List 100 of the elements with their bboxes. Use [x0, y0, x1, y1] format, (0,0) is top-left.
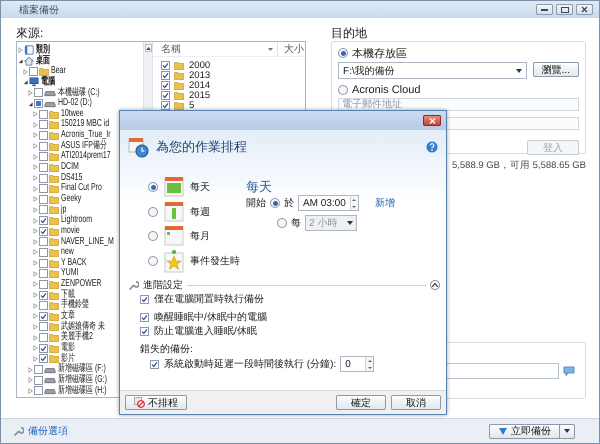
- checkbox[interactable]: [140, 312, 149, 322]
- tree-item[interactable]: DS415: [61, 172, 82, 184]
- radio-button[interactable]: [148, 206, 158, 217]
- no-schedule-button[interactable]: 不排程: [125, 395, 187, 410]
- checkbox[interactable]: [29, 67, 38, 76]
- checkbox[interactable]: [39, 258, 48, 268]
- tree-item[interactable]: Y BACK: [61, 258, 87, 268]
- expand-arrow-icon[interactable]: [33, 143, 38, 150]
- collapse-arrow-icon[interactable]: [28, 100, 33, 107]
- expand-arrow-icon[interactable]: [33, 324, 38, 330]
- column-header[interactable]: 名稱: [161, 42, 181, 56]
- checkbox[interactable]: [39, 237, 48, 246]
- expand-arrow-icon[interactable]: [23, 68, 28, 75]
- close-button[interactable]: [423, 115, 441, 126]
- tree-item[interactable]: Bear: [51, 66, 66, 77]
- tree-item[interactable]: 電腦: [41, 76, 55, 88]
- radio-button[interactable]: [338, 48, 348, 58]
- folder-name[interactable]: 2000: [189, 60, 210, 70]
- checkbox[interactable]: [39, 290, 48, 300]
- expand-arrow-icon[interactable]: [33, 238, 38, 245]
- expand-arrow-icon[interactable]: [33, 186, 38, 192]
- tree-item[interactable]: jp: [61, 204, 66, 216]
- tree-item[interactable]: 新增磁碟區 (F:): [58, 364, 106, 375]
- checkbox-label[interactable]: 防止電腦進入睡眠/休眠: [154, 324, 257, 338]
- expand-arrow-icon[interactable]: [33, 196, 38, 202]
- checkbox[interactable]: [34, 365, 43, 374]
- expand-arrow-icon[interactable]: [33, 122, 38, 128]
- collapse-button[interactable]: [430, 280, 440, 290]
- radio-button[interactable]: [277, 218, 287, 228]
- checkbox[interactable]: [161, 70, 170, 80]
- frequency-option[interactable]: 每月: [190, 229, 210, 244]
- radio-label[interactable]: 本機存放區: [352, 46, 407, 60]
- checkbox[interactable]: [161, 60, 170, 70]
- checkbox[interactable]: [39, 205, 48, 214]
- checkbox[interactable]: [39, 216, 48, 226]
- help-icon[interactable]: [426, 141, 438, 153]
- path-dropdown[interactable]: F:\我的備份: [338, 62, 527, 79]
- frequency-option[interactable]: 每天: [190, 180, 210, 194]
- expand-arrow-icon[interactable]: [33, 345, 38, 352]
- checkbox[interactable]: [39, 301, 48, 310]
- tree-item[interactable]: 本機磁碟 (C:): [58, 88, 100, 98]
- checkbox[interactable]: [39, 162, 48, 172]
- expand-arrow-icon[interactable]: [33, 218, 38, 224]
- checkbox[interactable]: [39, 120, 48, 130]
- collapse-arrow-icon[interactable]: [18, 58, 23, 64]
- dropdown-button[interactable]: [560, 424, 575, 438]
- tree-item[interactable]: HD-02 (D:): [58, 98, 92, 109]
- folder-name[interactable]: 2014: [189, 80, 210, 90]
- checkbox[interactable]: [39, 322, 48, 332]
- down-caret-icon[interactable]: [368, 366, 372, 368]
- checkbox[interactable]: [39, 280, 48, 289]
- backup-now-button[interactable]: 立即備份: [489, 424, 560, 438]
- expand-arrow-icon[interactable]: [33, 334, 38, 341]
- checkbox[interactable]: [39, 142, 48, 151]
- add-link[interactable]: 新增: [374, 196, 395, 210]
- checkbox[interactable]: [34, 386, 43, 396]
- tree-item[interactable]: YUMI: [61, 268, 78, 280]
- expand-arrow-icon[interactable]: [33, 292, 38, 298]
- folder-name[interactable]: 5: [189, 100, 194, 110]
- backup-options-link[interactable]: 備份選項: [13, 424, 68, 438]
- checkbox[interactable]: [161, 90, 170, 100]
- tree-item[interactable]: 新增磁碟區 (H:): [58, 386, 107, 396]
- expand-arrow-icon[interactable]: [28, 388, 33, 394]
- checkbox[interactable]: [39, 130, 48, 140]
- checkbox[interactable]: [140, 326, 149, 336]
- radio-button[interactable]: [148, 231, 158, 242]
- checkbox[interactable]: [39, 248, 48, 257]
- checkbox[interactable]: [34, 88, 43, 98]
- checkbox[interactable]: [39, 344, 48, 353]
- radio-label[interactable]: 於: [284, 196, 294, 210]
- tree-item[interactable]: ASUS IFP備分: [61, 140, 107, 152]
- tree-item[interactable]: DCIM: [61, 162, 79, 173]
- expand-arrow-icon[interactable]: [33, 111, 38, 118]
- tree-item[interactable]: 10twee: [61, 108, 84, 120]
- email-field[interactable]: 電子郵件地址: [338, 98, 579, 111]
- tree-item[interactable]: 150219 MBC id: [61, 119, 110, 130]
- checkbox-label[interactable]: 僅在電腦閒置時執行備份: [154, 292, 264, 306]
- tree-item[interactable]: Acronis_True_Ir: [61, 130, 111, 141]
- tree-item[interactable]: 電影: [61, 342, 75, 354]
- expand-arrow-icon[interactable]: [33, 228, 38, 234]
- checkbox[interactable]: [39, 174, 48, 182]
- expand-arrow-icon[interactable]: [33, 313, 38, 320]
- tree-item[interactable]: Final Cut Pro: [61, 183, 102, 194]
- checkbox[interactable]: [39, 269, 48, 278]
- checkbox[interactable]: [39, 184, 48, 194]
- tree-item[interactable]: 桌面: [36, 56, 50, 66]
- tree-item[interactable]: 影片: [61, 354, 75, 364]
- tree-item[interactable]: 新增磁碟區 (G:): [58, 374, 107, 386]
- checkbox[interactable]: [150, 360, 159, 368]
- tree-item[interactable]: Lightroom: [61, 215, 92, 226]
- tree-item[interactable]: 類別: [36, 45, 50, 56]
- checkbox[interactable]: [34, 99, 43, 108]
- browse-button[interactable]: 瀏覽...: [532, 62, 579, 77]
- speech-bubble-icon[interactable]: [563, 366, 575, 376]
- scroll-up-button[interactable]: [144, 44, 152, 52]
- tree-item[interactable]: Geeky: [61, 194, 82, 205]
- checkbox[interactable]: [161, 80, 170, 90]
- radio-label[interactable]: Acronis Cloud: [352, 84, 420, 96]
- checkbox[interactable]: [140, 294, 149, 304]
- collapse-arrow-icon[interactable]: [23, 79, 28, 86]
